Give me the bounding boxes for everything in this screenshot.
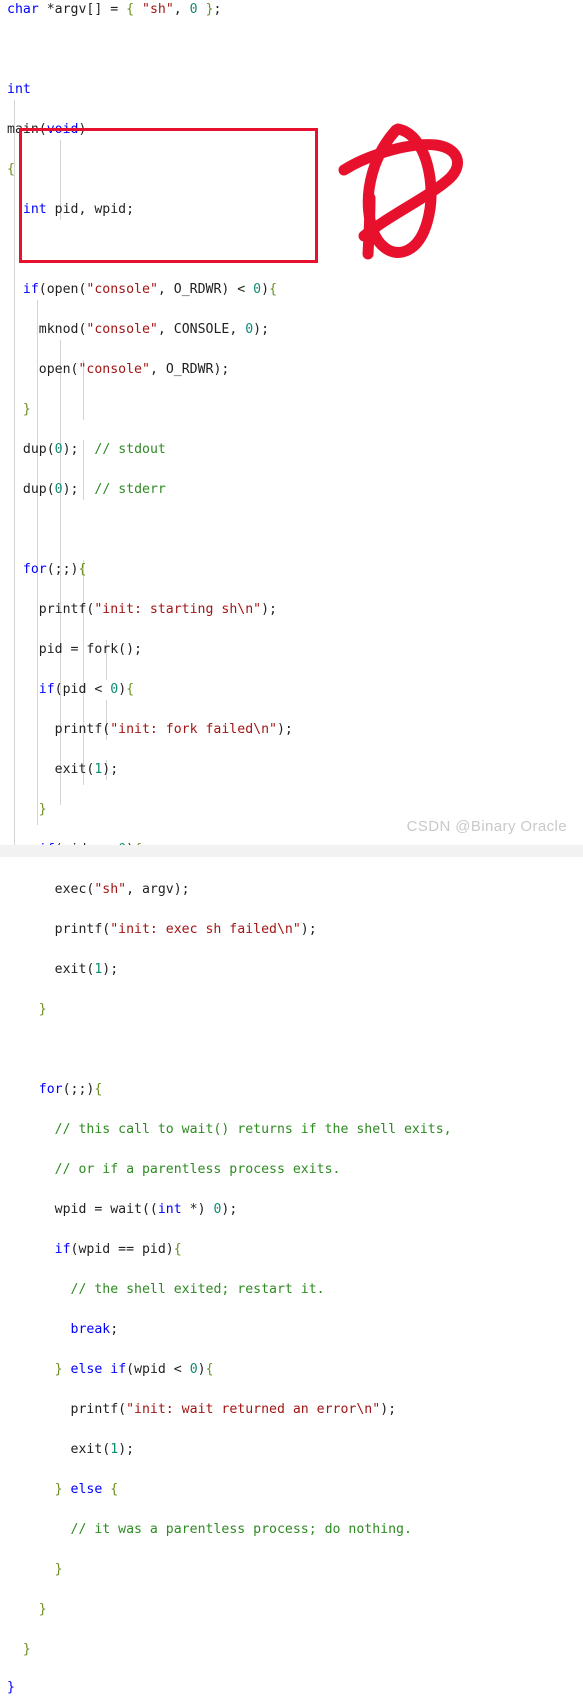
code-line: } bbox=[22, 1642, 31, 1657]
code-line: dup(0); // stdout bbox=[22, 442, 166, 457]
code-line: // this call to wait() returns if the sh… bbox=[54, 1122, 452, 1137]
code-line: exit(1); bbox=[54, 962, 119, 977]
code-line: } bbox=[38, 802, 47, 817]
code-line: dup(0); // stderr bbox=[22, 482, 166, 497]
code-line: main(void) bbox=[7, 122, 87, 137]
code-line: pid = fork(); bbox=[38, 642, 142, 657]
code-line: exec("sh", argv); bbox=[54, 882, 190, 897]
code-line: // the shell exited; restart it. bbox=[70, 1282, 325, 1297]
code-line: { bbox=[7, 162, 15, 177]
code-line: printf("init: exec sh failed\n"); bbox=[54, 922, 317, 937]
code-line: } bbox=[7, 1680, 15, 1695]
bottom-strip bbox=[0, 845, 583, 857]
code-line: if(pid < 0){ bbox=[38, 682, 135, 697]
code-line: wpid = wait((int *) 0); bbox=[54, 1202, 238, 1217]
code-line: } bbox=[22, 402, 31, 417]
code-line: exit(1); bbox=[54, 762, 119, 777]
code-line: for(;;){ bbox=[38, 1082, 103, 1097]
code-line: } else if(wpid < 0){ bbox=[54, 1362, 214, 1377]
code-line: int bbox=[7, 82, 31, 97]
code-line: printf("init: starting sh\n"); bbox=[38, 602, 277, 617]
code-line: exit(1); bbox=[70, 1442, 135, 1457]
code-line: mknod("console", CONSOLE, 0); bbox=[38, 322, 270, 337]
indent-guide-level-4c bbox=[83, 560, 84, 785]
code-line: break; bbox=[70, 1322, 119, 1337]
code-line: printf("init: fork failed\n"); bbox=[54, 722, 293, 737]
code-line: int pid, wpid; bbox=[22, 202, 135, 217]
code-line: printf("init: wait returned an error\n")… bbox=[70, 1402, 397, 1417]
code-line: } bbox=[38, 1002, 47, 1017]
code-line: open("console", O_RDWR); bbox=[38, 362, 230, 377]
code-line: // it was a parentless process; do nothi… bbox=[70, 1522, 412, 1537]
code-line: } bbox=[38, 1602, 47, 1617]
code-line: if(wpid == pid){ bbox=[54, 1242, 182, 1257]
watermark: CSDN @Binary Oracle bbox=[406, 818, 567, 835]
code-line: } else { bbox=[54, 1482, 119, 1497]
code-line: for(;;){ bbox=[22, 562, 87, 577]
code-line: // or if a parentless process exits. bbox=[54, 1162, 341, 1177]
code-line: if(open("console", O_RDWR) < 0){ bbox=[22, 282, 278, 297]
code-line: } bbox=[54, 1562, 63, 1577]
code-editor-canvas[interactable]: char *argv[] = { "sh", 0 }; int main(voi… bbox=[0, 0, 583, 1695]
code-line: char *argv[] = { "sh", 0 }; bbox=[7, 2, 222, 17]
